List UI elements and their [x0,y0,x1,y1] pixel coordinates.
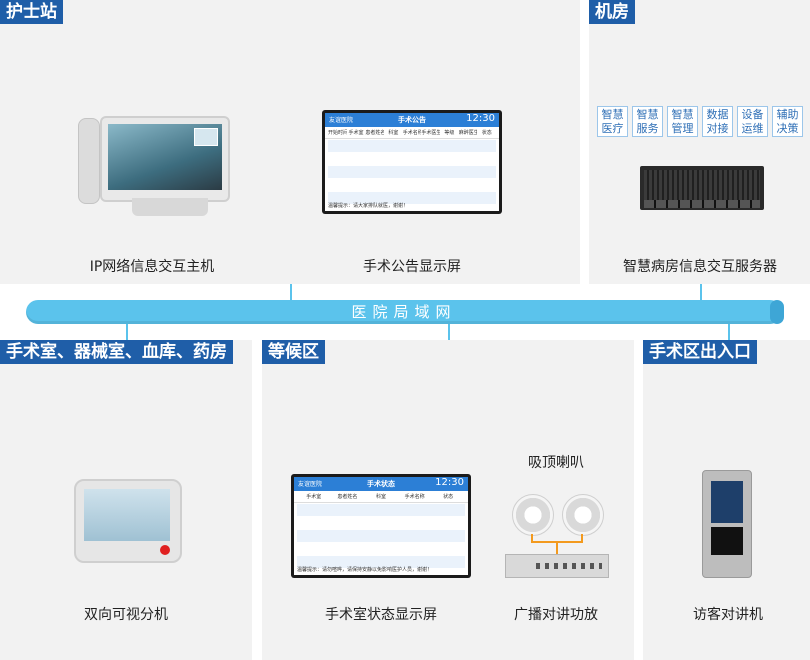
function-chip: 辅助 决策 [772,106,803,137]
announcement-time: 12:30 [466,113,495,124]
function-chip-line: 服务 [636,122,659,135]
ip-host-label: IP网络信息交互主机 [89,259,215,275]
announcement-col: 开始时间 [328,130,347,136]
announcement-row [328,153,496,165]
amplifier-knobs [536,563,602,569]
status-col: 状态 [443,494,454,500]
handset-icon [78,118,100,204]
link-nurse-station [290,284,292,301]
status-time: 12:30 [435,477,464,488]
speaker-wire [556,541,558,554]
bedside-display [84,489,170,541]
visitor-intercom-label: 访客对讲机 [693,607,763,623]
function-chip-line: 设备 [741,108,764,121]
function-chip-line: 管理 [671,122,694,135]
network-label: 医院局域网 [351,303,457,321]
intercom-display [711,481,743,523]
link-or-rooms [126,323,128,340]
function-chip: 智慧 医疗 [597,106,628,137]
function-chip-line: 辅助 [776,108,799,121]
bedside-unit-label: 双向可视分机 [84,607,168,623]
announcement-columns: 开始时间 手术室 患者姓名 科室 手术名称 手术医生 等级 麻醉医生 状态 [325,127,499,139]
panel-server-room: 机房 [589,0,810,284]
function-chip: 智慧 管理 [667,106,698,137]
section-tag-waiting-area: 等候区 [262,340,325,364]
status-col: 手术名称 [404,494,425,500]
function-chip-line: 数据 [706,108,729,121]
section-tag-server-room: 机房 [589,0,635,24]
announcement-col: 科室 [388,130,399,136]
status-col: 科室 [375,494,386,500]
link-server-room [700,284,702,301]
section-tag-nurse-station: 护士站 [0,0,63,24]
status-col: 患者姓名 [337,494,358,500]
function-chip-line: 智慧 [671,108,694,121]
announcement-screen: 友谊医院 手术公告 12:30 开始时间 手术室 患者姓名 科室 手术名称 手术… [322,110,502,214]
status-screen: 友谊医院 手术状态 12:30 手术室 患者姓名 科室 手术名称 状态 温馨提示… [291,474,471,578]
function-chip: 智慧 服务 [632,106,663,137]
server-label: 智慧病房信息交互服务器 [623,259,777,275]
status-columns: 手术室 患者姓名 科室 手术名称 状态 [294,491,468,503]
terminal-stand-icon [132,198,208,216]
announcement-row [328,140,496,152]
section-tag-or-rooms: 手术室、器械室、血库、药房 [0,340,233,364]
function-chip: 设备 运维 [737,106,768,137]
picture-in-picture-icon [194,128,218,146]
status-row [297,504,465,516]
function-chip-line: 智慧 [601,108,624,121]
ceiling-speaker-icon [562,494,604,536]
ceiling-speaker-label: 吸顶喇叭 [528,455,584,471]
function-chip: 数据 对接 [702,106,733,137]
announcement-footer: 温馨提示：请大家排队就医，谢谢！ [328,203,409,209]
status-row [297,530,465,542]
announcement-col: 麻醉医生 [458,130,478,136]
bedside-unit-icon [74,479,182,563]
announcement-row [328,166,496,178]
status-row [297,543,465,555]
status-header: 友谊医院 手术状态 12:30 [294,477,468,491]
status-screen-label: 手术室状态显示屏 [325,607,437,623]
announcement-col: 手术名称 [402,130,422,136]
intercom-keypad [711,527,743,555]
section-tag-or-entrance: 手术区出入口 [643,340,757,364]
announcement-col: 手术室 [348,130,364,136]
network-bus: 医院局域网 [26,300,784,324]
function-chip-line: 决策 [776,122,799,135]
amplifier-icon [505,554,609,578]
function-chip-line: 智慧 [636,108,659,121]
status-row [297,517,465,529]
announcement-screen-label: 手术公告显示屏 [363,259,461,275]
call-button-icon [160,545,170,555]
status-col: 手术室 [306,494,322,500]
announcement-col: 患者姓名 [365,130,385,136]
function-chip-line: 对接 [706,122,729,135]
announcement-col: 状态 [481,130,492,136]
server-bays [644,200,760,208]
link-waiting-area [448,323,450,340]
server-icon [640,166,764,210]
server-front [644,170,760,200]
status-footer: 温馨提示：请勿喧哗，请保持安静以免影响医护人员，谢谢！ [297,567,433,573]
announcement-col: 手术医生 [421,130,441,136]
ip-host-terminal-icon [100,116,230,202]
pa-amplifier-label: 广播对讲功放 [514,607,598,623]
announcement-col: 等级 [444,130,455,136]
function-chip-line: 运维 [741,122,764,135]
door-intercom-icon [702,470,752,578]
ceiling-speaker-icon [512,494,554,536]
announcement-row [328,179,496,191]
announcement-header: 友谊医院 手术公告 12:30 [325,113,499,127]
function-chip-line: 医疗 [601,122,624,135]
link-or-entrance [728,323,730,340]
